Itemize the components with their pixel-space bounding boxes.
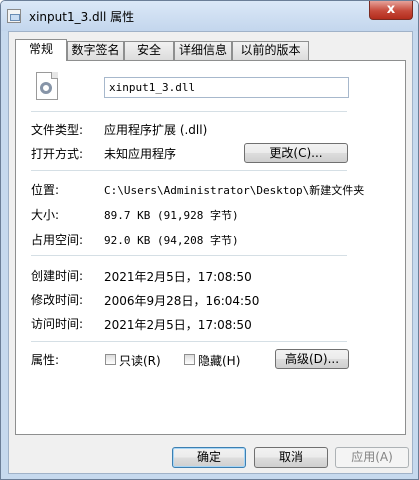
- gear-icon: [40, 82, 52, 94]
- hidden-label[interactable]: 隐藏(H): [198, 352, 240, 369]
- tab-previous-versions[interactable]: 以前的版本: [232, 41, 309, 60]
- accessed-value: 2021年2月5日，17:08:50: [104, 318, 252, 332]
- location-label: 位置:: [31, 183, 60, 197]
- close-button[interactable]: x: [369, 1, 413, 20]
- tab-details[interactable]: 详细信息: [174, 41, 232, 60]
- title-bar[interactable]: xinput1_3.dll 属性 x: [1, 1, 418, 31]
- size-value: 89.7 KB (91,928 字节): [104, 209, 239, 222]
- accessed-label: 访问时间:: [31, 317, 84, 331]
- created-value: 2021年2月5日，17:08:50: [104, 270, 252, 284]
- dialog-body: 常规 数字签名 安全 详细信息 以前的版本 xinput1_3.dll 文件类型…: [8, 31, 413, 474]
- separator: [31, 341, 347, 342]
- location-value: C:\Users\Administrator\Desktop\新建文件夹: [104, 184, 365, 197]
- tab-general[interactable]: 常规: [15, 39, 67, 61]
- page-fold-icon: [51, 72, 58, 79]
- cancel-button[interactable]: 取消: [254, 447, 328, 468]
- general-panel: xinput1_3.dll 文件类型: 应用程序扩展 (.dll) 打开方式: …: [15, 60, 406, 435]
- attributes-label: 属性:: [31, 353, 60, 367]
- ok-button[interactable]: 确定: [172, 447, 246, 468]
- file-type-value: 应用程序扩展 (.dll): [104, 123, 208, 137]
- tab-digital-signatures[interactable]: 数字签名: [67, 41, 124, 60]
- window-title: xinput1_3.dll 属性: [29, 10, 135, 24]
- separator: [31, 255, 347, 256]
- modified-value: 2006年9月28日，16:04:50: [104, 294, 260, 308]
- hidden-checkbox[interactable]: [184, 354, 195, 365]
- dll-file-icon: [36, 72, 58, 100]
- separator: [31, 170, 347, 171]
- readonly-checkbox[interactable]: [105, 354, 116, 365]
- open-with-label: 打开方式:: [31, 147, 84, 161]
- tab-security[interactable]: 安全: [124, 41, 174, 60]
- size-on-disk-value: 92.0 KB (94,208 字节): [104, 234, 239, 247]
- modified-label: 修改时间:: [31, 293, 84, 307]
- readonly-label[interactable]: 只读(R): [119, 352, 161, 369]
- properties-window: xinput1_3.dll 属性 x 常规 数字签名 安全 详细信息 以前的版本…: [0, 0, 419, 480]
- apply-button[interactable]: 应用(A): [335, 447, 409, 468]
- file-type-label: 文件类型:: [31, 123, 84, 137]
- change-button[interactable]: 更改(C)...: [244, 143, 348, 163]
- advanced-button[interactable]: 高级(D)...: [275, 349, 349, 369]
- close-icon: x: [386, 2, 396, 17]
- separator: [31, 111, 347, 112]
- size-label: 大小:: [31, 208, 60, 222]
- open-with-value: 未知应用程序: [104, 147, 177, 161]
- file-icon: [7, 9, 21, 23]
- created-label: 创建时间:: [31, 269, 84, 283]
- size-on-disk-label: 占用空间:: [31, 233, 84, 247]
- file-name-input[interactable]: xinput1_3.dll: [104, 77, 349, 98]
